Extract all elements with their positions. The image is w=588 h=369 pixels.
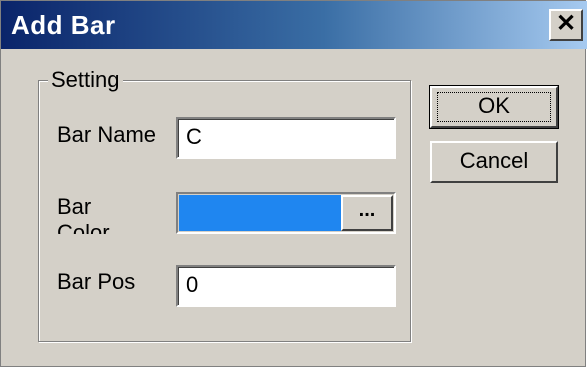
bar-color-field: ...	[176, 192, 396, 234]
bar-pos-input[interactable]: 0	[176, 265, 396, 307]
setting-group-label: Setting	[48, 67, 123, 93]
ok-button[interactable]: OK	[429, 85, 559, 129]
bar-color-label-clipped: Color	[57, 220, 110, 234]
close-button[interactable]: ✕	[549, 9, 583, 41]
bar-name-input[interactable]: C	[176, 117, 396, 159]
bar-color-label: Bar	[57, 194, 92, 219]
dialog-title: Add Bar	[11, 10, 116, 40]
bar-color-swatch[interactable]	[179, 195, 341, 231]
bar-name-label: Bar Name	[57, 122, 157, 147]
bar-pos-label: Bar Pos	[57, 269, 136, 294]
title-bar[interactable]: Add Bar ✕	[1, 1, 587, 49]
browse-color-button[interactable]: ...	[341, 195, 393, 231]
focus-rect	[437, 92, 551, 122]
add-bar-dialog: Add Bar ✕ Setting Bar Name C Bar Color .…	[0, 0, 587, 367]
close-icon: ✕	[555, 10, 577, 37]
cancel-button[interactable]: Cancel	[430, 141, 558, 183]
cancel-button-label: Cancel	[459, 148, 529, 173]
